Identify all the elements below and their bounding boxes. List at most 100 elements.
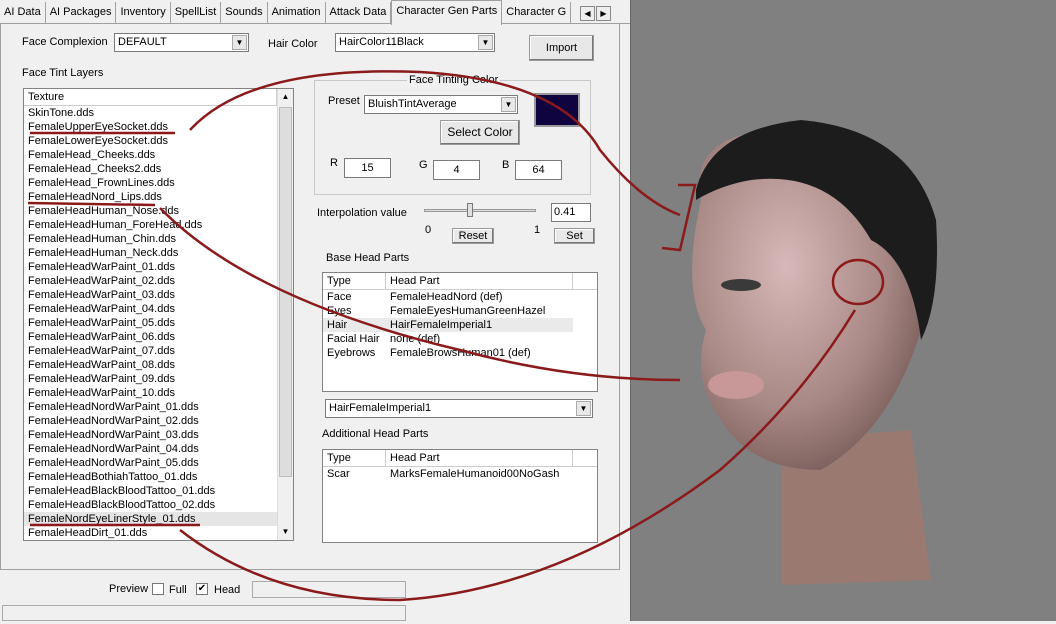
table-row[interactable]: Facial Hair none (def) [323,332,597,346]
tab-character-g[interactable]: Character G [502,2,572,24]
list-item[interactable]: FemaleHeadDirt_01.dds [24,526,293,540]
column-header-head-part[interactable]: Head Part [386,450,573,466]
head-part-value: HairFemaleImperial1 [329,402,432,414]
list-item[interactable]: FemaleHeadWarPaint_02.dds [24,274,293,288]
column-header-type[interactable]: Type [323,273,386,289]
scrollbar[interactable]: ▲ ▼ [277,89,293,540]
table-row[interactable]: Scar MarksFemaleHumanoid00NoGash [323,467,597,481]
tab-inventory[interactable]: Inventory [116,2,171,24]
full-checkbox[interactable] [152,583,164,595]
cell-head-part: FemaleEyesHumanGreenHazel [390,305,546,317]
tab-sounds[interactable]: Sounds [221,2,268,24]
reset-button[interactable]: Reset [452,228,494,244]
scroll-up-icon[interactable]: ▲ [278,89,293,105]
tab-attack-data[interactable]: Attack Data [326,2,392,24]
list-item[interactable]: FemaleHeadNordWarPaint_03.dds [24,428,293,442]
color-swatch[interactable] [534,93,580,127]
list-item[interactable]: FemaleHead_Cheeks.dds [24,148,293,162]
tab-spelllist[interactable]: SpellList [171,2,222,24]
cell-head-part: none (def) [390,333,441,345]
cell-head-part: FemaleHeadNord (def) [390,291,503,303]
g-label: G [419,159,428,171]
scrollbar-thumb[interactable] [279,107,292,477]
list-item[interactable]: FemaleHeadHuman_ForeHead.dds [24,218,293,232]
list-item[interactable]: FemaleHeadWarPaint_07.dds [24,344,293,358]
table-row[interactable]: Eyes FemaleEyesHumanGreenHazel [323,304,597,318]
head-part-select[interactable]: HairFemaleImperial1 ▼ [325,399,593,418]
list-item[interactable]: FemaleHeadWarPaint_06.dds [24,330,293,344]
list-item[interactable]: FemaleLowerEyeSocket.dds [24,134,293,148]
g-spinner[interactable]: 4 [433,160,480,180]
chevron-down-icon: ▼ [232,35,247,50]
head-checkbox[interactable]: ✔ [196,583,208,595]
list-item[interactable]: FemaleUpperEyeSocket.dds [24,120,293,134]
face-complexion-select[interactable]: DEFAULT ▼ [114,33,249,52]
import-button[interactable]: Import [529,35,594,61]
tab-character-gen-parts[interactable]: Character Gen Parts [391,0,503,25]
list-item[interactable]: FemaleHeadWarPaint_03.dds [24,288,293,302]
tab-animation[interactable]: Animation [268,2,326,24]
status-field [252,581,406,598]
column-header-texture[interactable]: Texture [24,89,277,105]
preset-select[interactable]: BluishTintAverage ▼ [364,95,518,114]
r-value: 15 [361,162,374,174]
table-row[interactable]: Hair HairFemaleImperial1 [323,318,573,332]
slider-max-label: 1 [534,224,541,236]
list-item[interactable]: FemaleHeadWarPaint_05.dds [24,316,293,330]
list-item[interactable]: FemaleHeadWarPaint_04.dds [24,302,293,316]
face-tinting-color-title: Face Tinting Color [407,74,501,86]
table-row[interactable]: Face FemaleHeadNord (def) [323,290,597,304]
slider-thumb[interactable] [466,203,473,217]
hair-color-label: Hair Color [268,38,318,50]
list-item[interactable]: FemaleNordEyeLinerStyle_01.dds [24,512,277,526]
face-tint-layers-label: Face Tint Layers [22,67,104,79]
g-value: 4 [453,164,460,176]
additional-head-parts-table[interactable]: Type Head Part Scar MarksFemaleHumanoid00N… [322,449,598,543]
table-row[interactable]: Eyebrows FemaleBrowsHuman01 (def) [323,346,597,360]
list-item[interactable]: FemaleHeadWarPaint_10.dds [24,386,293,400]
list-item[interactable]: FemaleHeadWarPaint_09.dds [24,372,293,386]
cell-head-part: HairFemaleImperial1 [390,319,493,331]
list-item[interactable]: FemaleHeadWarPaint_08.dds [24,358,293,372]
list-item[interactable]: FemaleHeadNordWarPaint_02.dds [24,414,293,428]
full-label: Full [169,584,187,596]
list-item[interactable]: FemaleHeadNordWarPaint_04.dds [24,442,293,456]
list-item[interactable]: FemaleHeadHuman_Neck.dds [24,246,293,260]
tab-ai-data[interactable]: AI Data [0,2,46,24]
cell-head-part: MarksFemaleHumanoid00NoGash [390,468,560,480]
list-item[interactable]: FemaleHeadNordWarPaint_05.dds [24,456,293,470]
list-item[interactable]: FemaleHeadWarPaint_01.dds [24,260,293,274]
scroll-down-icon[interactable]: ▼ [278,524,293,540]
list-item[interactable]: FemaleHeadBlackBloodTattoo_01.dds [24,484,293,498]
cell-type: Facial Hair [327,333,380,345]
list-item[interactable]: FemaleHeadNord_Lips.dds [24,190,293,204]
tab-scroll-left-button[interactable]: ◀ [580,6,595,21]
hair-color-select[interactable]: HairColor11Black ▼ [335,33,495,52]
tab-scroll-right-button[interactable]: ▶ [596,6,611,21]
list-item[interactable]: FemaleHead_FrownLines.dds [24,176,293,190]
cell-type: Hair [327,319,348,331]
base-head-parts-table[interactable]: Type Head Part Face FemaleHeadNord (def) Ey… [322,272,598,392]
face-tint-layers-list[interactable]: Texture SkinTone.dds FemaleUpperEyeSocket… [23,88,294,541]
list-item[interactable]: FemaleHeadHuman_Nose.dds [24,204,293,218]
cell-type: Scar [327,468,350,480]
list-item[interactable]: FemaleHeadBothiahTattoo_01.dds [24,470,293,484]
face-complexion-value: DEFAULT [118,36,167,48]
preview-viewport[interactable] [630,0,1056,621]
column-header-type[interactable]: Type [323,450,386,466]
select-color-button[interactable]: Select Color [440,120,520,145]
list-item[interactable]: FemaleHeadNordWarPaint_01.dds [24,400,293,414]
tab-ai-packages[interactable]: AI Packages [46,2,117,24]
list-item[interactable]: FemaleHead_Cheeks2.dds [24,162,293,176]
b-spinner[interactable]: 64 [515,160,562,180]
set-button[interactable]: Set [554,228,595,244]
column-header-head-part[interactable]: Head Part [386,273,573,289]
cell-type: Eyebrows [327,347,376,359]
interpolation-input[interactable]: 0.41 [551,203,591,222]
list-item[interactable]: SkinTone.dds [24,106,293,120]
list-item[interactable]: FemaleHeadBlackBloodTattoo_02.dds [24,498,293,512]
list-item[interactable]: FemaleHeadHuman_Chin.dds [24,232,293,246]
r-spinner[interactable]: 15 [344,158,391,178]
interpolation-label: Interpolation value [317,207,407,219]
interpolation-slider[interactable] [424,209,536,212]
